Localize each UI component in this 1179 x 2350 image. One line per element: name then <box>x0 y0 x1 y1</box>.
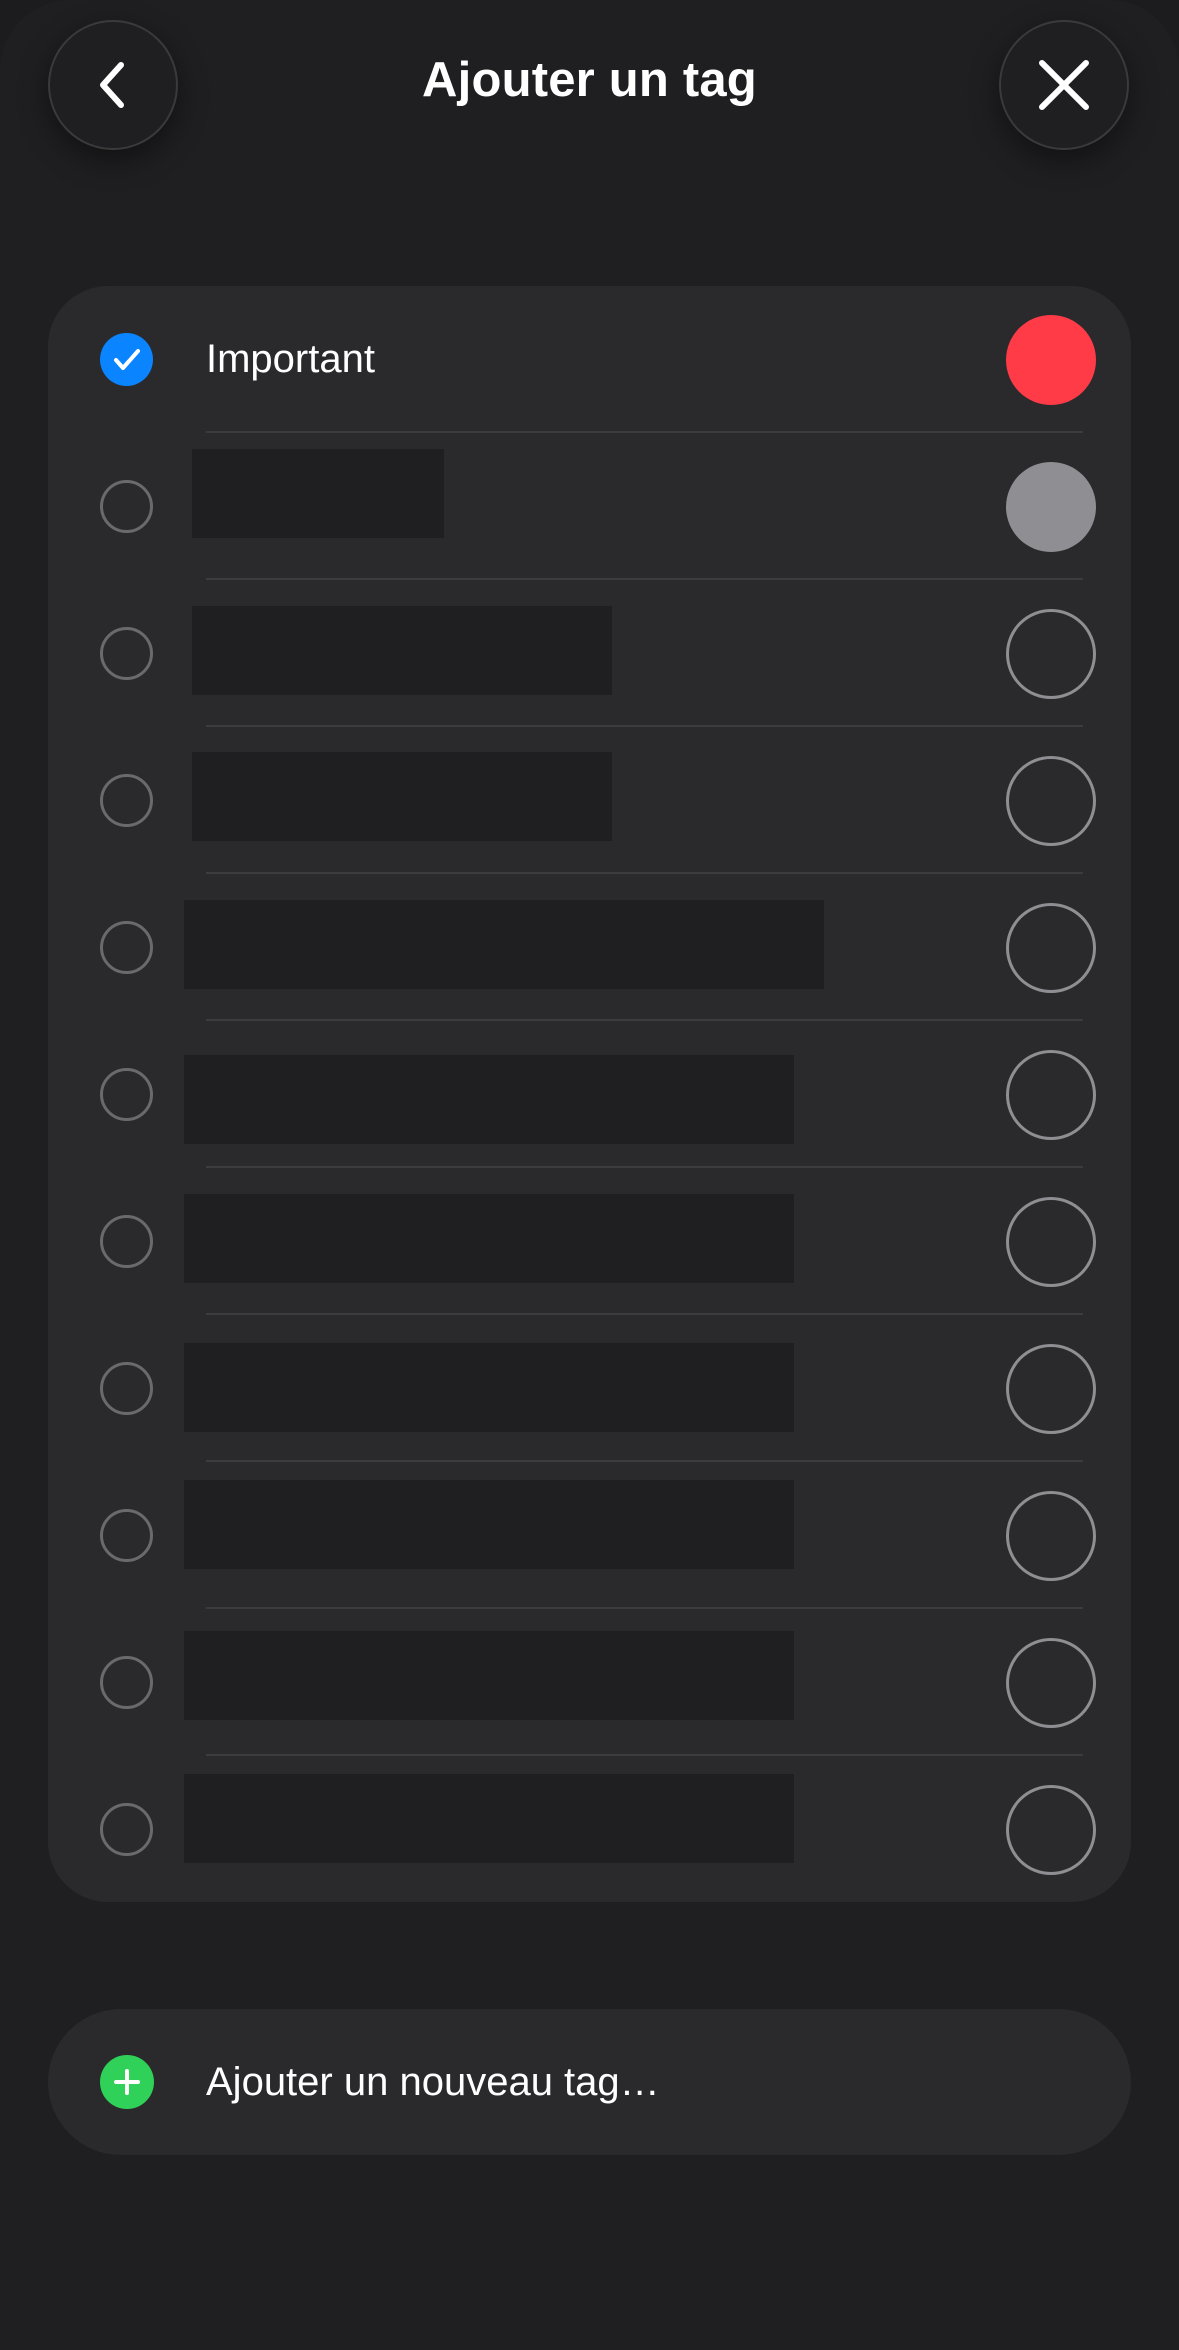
tag-color-swatch[interactable] <box>1006 1050 1096 1140</box>
tag-checkbox[interactable] <box>100 1215 153 1268</box>
tag-color-swatch[interactable] <box>1006 1785 1096 1875</box>
tag-row[interactable] <box>48 433 1131 580</box>
tag-row[interactable] <box>48 1315 1131 1462</box>
tag-color-swatch[interactable] <box>1006 609 1096 699</box>
redacted-tag-label <box>192 752 612 841</box>
redacted-tag-label <box>184 1343 794 1432</box>
checkmark-icon <box>113 348 140 370</box>
tag-row[interactable] <box>48 1609 1131 1756</box>
tag-checkbox[interactable] <box>100 333 153 386</box>
tag-color-swatch[interactable] <box>1006 903 1096 993</box>
tag-row[interactable] <box>48 1168 1131 1315</box>
tag-color-swatch[interactable] <box>1006 1344 1096 1434</box>
tag-color-swatch[interactable] <box>1006 756 1096 846</box>
tag-checkbox[interactable] <box>100 1068 153 1121</box>
tag-row[interactable] <box>48 580 1131 727</box>
tag-row[interactable] <box>48 727 1131 874</box>
redacted-tag-label <box>184 1055 794 1144</box>
tag-label: Important <box>206 337 375 381</box>
tag-color-swatch[interactable] <box>1006 1491 1096 1581</box>
tag-checkbox[interactable] <box>100 774 153 827</box>
redacted-tag-label <box>192 606 612 695</box>
tag-checkbox[interactable] <box>100 1656 153 1709</box>
add-new-tag-button[interactable]: Ajouter un nouveau tag… <box>48 2009 1131 2155</box>
redacted-tag-label <box>184 900 824 989</box>
tag-row[interactable] <box>48 1021 1131 1168</box>
tag-color-swatch[interactable] <box>1006 315 1096 405</box>
tag-checkbox[interactable] <box>100 627 153 680</box>
redacted-tag-label <box>184 1480 794 1569</box>
tag-checkbox[interactable] <box>100 1803 153 1856</box>
redacted-tag-label <box>184 1194 794 1283</box>
tag-checkbox[interactable] <box>100 1509 153 1562</box>
redacted-tag-label <box>184 1631 794 1720</box>
close-icon <box>1039 60 1089 110</box>
add-tag-sheet: Ajouter un tag Important Ajouter un nouv… <box>0 0 1179 2350</box>
tag-checkbox[interactable] <box>100 1362 153 1415</box>
tag-checkbox[interactable] <box>100 480 153 533</box>
add-new-tag-label: Ajouter un nouveau tag… <box>206 2060 660 2104</box>
plus-circle-icon <box>100 2055 154 2109</box>
tag-row-important[interactable]: Important <box>48 286 1131 433</box>
tag-color-swatch[interactable] <box>1006 1197 1096 1287</box>
tag-color-swatch[interactable] <box>1006 1638 1096 1728</box>
tag-color-swatch[interactable] <box>1006 462 1096 552</box>
close-button[interactable] <box>999 20 1129 150</box>
redacted-tag-label <box>184 1774 794 1863</box>
tag-row[interactable] <box>48 1756 1131 1902</box>
tag-checkbox[interactable] <box>100 921 153 974</box>
tag-row[interactable] <box>48 874 1131 1021</box>
tag-row[interactable] <box>48 1462 1131 1609</box>
tag-list: Important <box>48 286 1131 1902</box>
redacted-tag-label <box>192 449 444 538</box>
